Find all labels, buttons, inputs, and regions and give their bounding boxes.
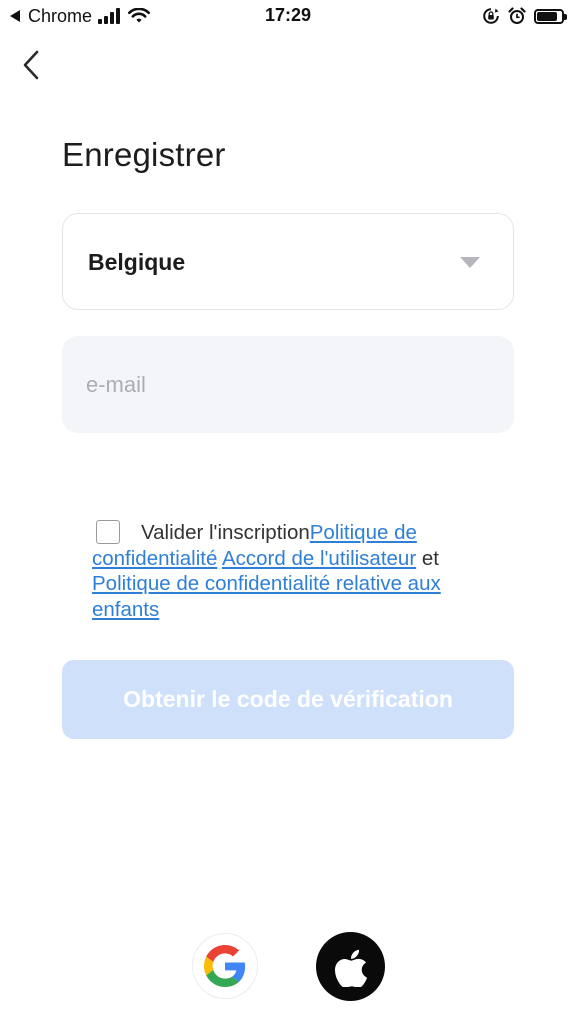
status-bar: Chrome 17:29 [0, 0, 576, 32]
country-select-value: Belgique [88, 249, 186, 275]
apple-login-button[interactable] [316, 932, 385, 1001]
get-verification-code-button[interactable]: Obtenir le code de vérification [62, 660, 514, 739]
consent-conjunction: et [421, 546, 439, 570]
alarm-icon [508, 7, 526, 24]
google-login-button[interactable] [192, 933, 258, 999]
apple-icon [334, 949, 367, 987]
battery-icon [534, 8, 567, 24]
email-field[interactable] [62, 336, 514, 433]
google-icon [204, 945, 246, 987]
caret-down-icon [460, 257, 480, 268]
consent-text: Valider l'inscription Politique de confid… [92, 520, 492, 622]
orientation-lock-icon [483, 8, 499, 24]
consent-prefix: Valider l'inscription [141, 521, 310, 544]
chevron-left-icon [23, 50, 39, 80]
country-select[interactable]: Belgique [62, 213, 514, 310]
back-button[interactable] [14, 46, 48, 84]
children-privacy-policy-link[interactable]: Politique de confidentialité relative au… [92, 572, 441, 621]
battery-level-fill [537, 11, 558, 21]
page-title: Enregistrer [62, 136, 226, 173]
user-agreement-link[interactable]: Accord de l'utilisateur [222, 547, 416, 570]
